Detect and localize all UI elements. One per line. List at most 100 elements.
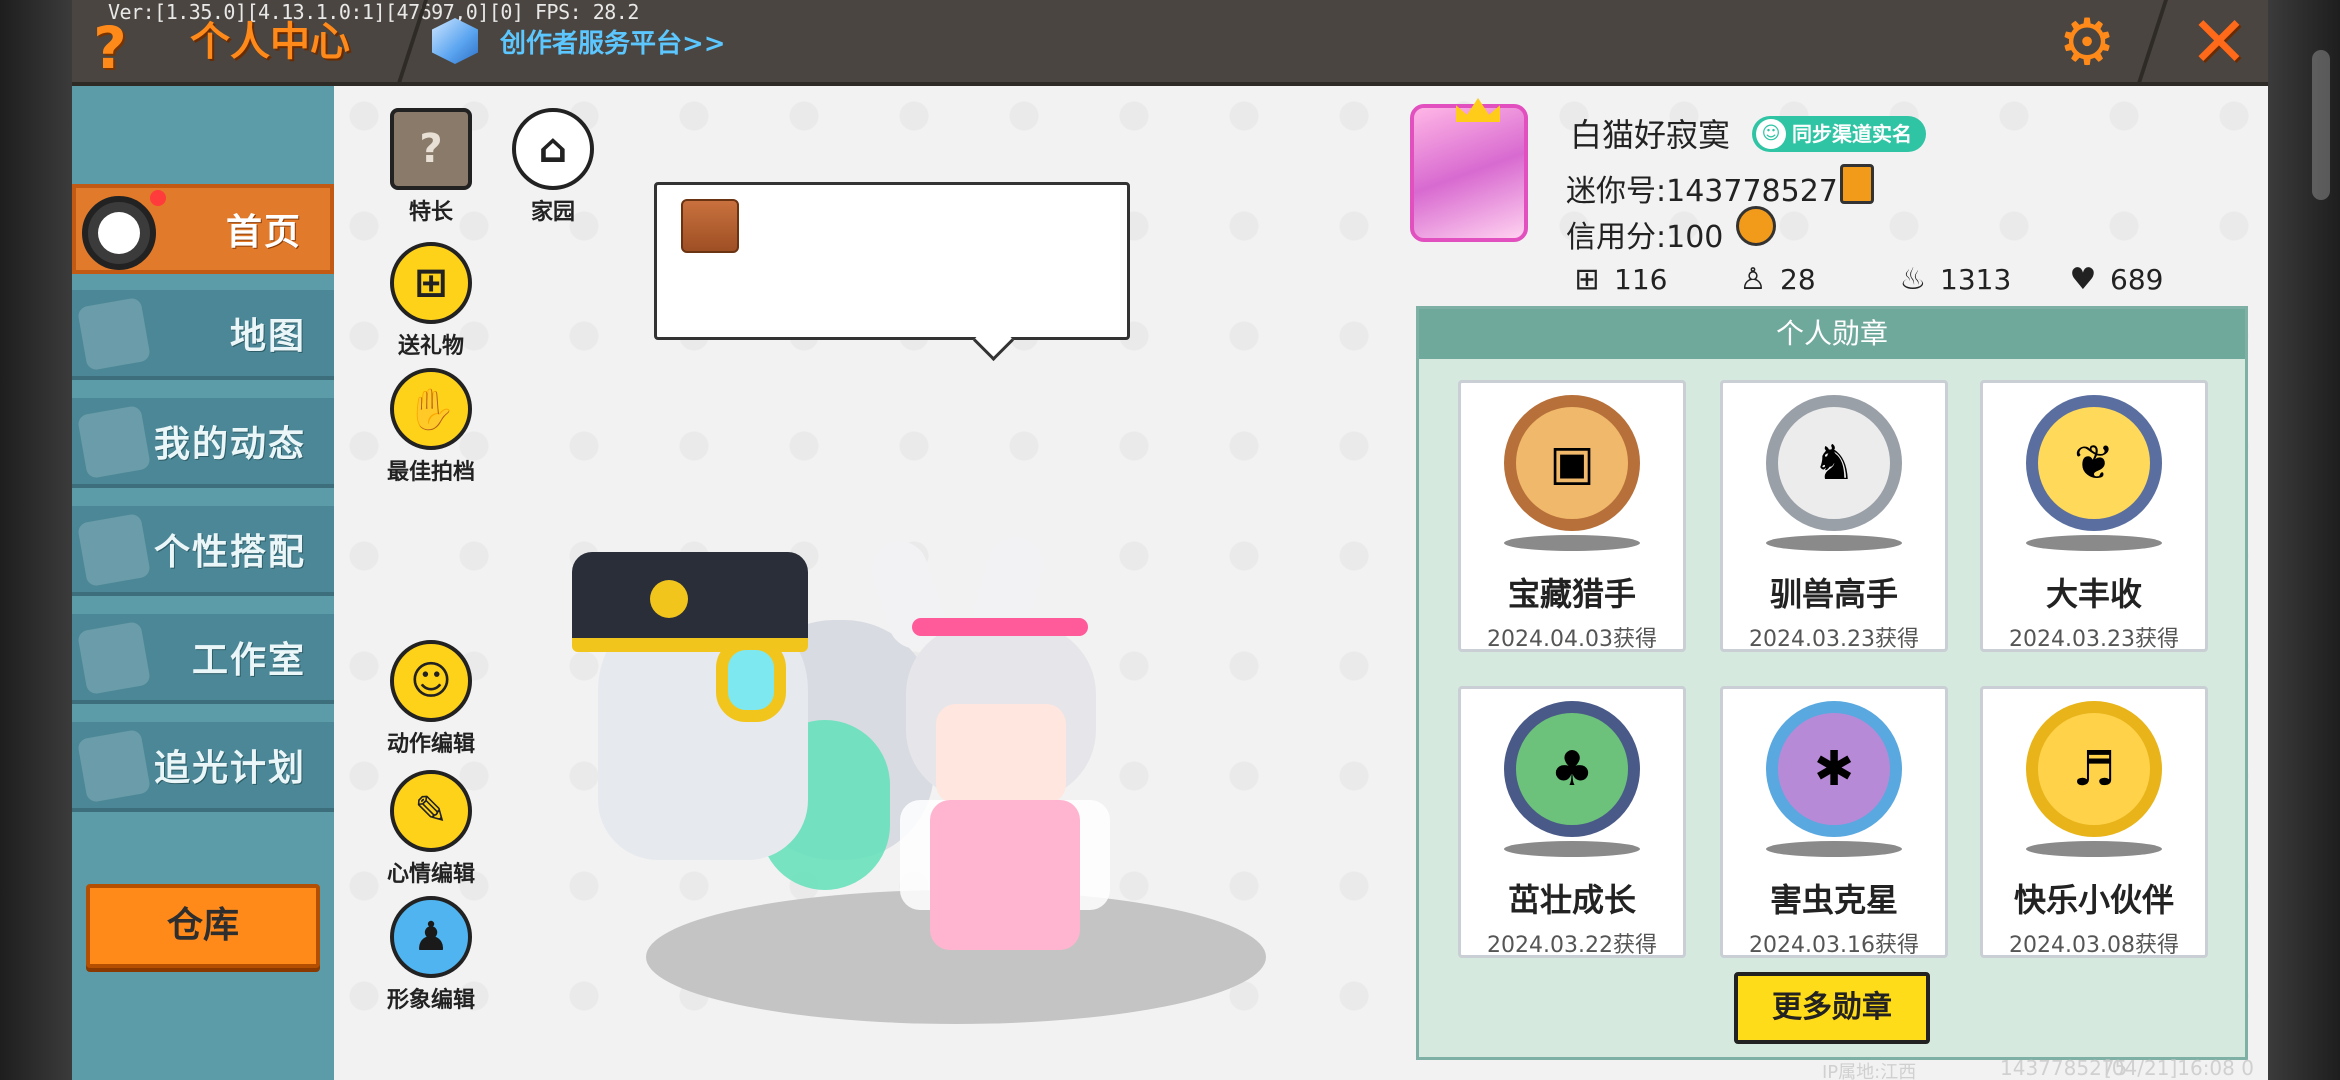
outfit-icon [76,512,152,588]
action-edit-button[interactable]: ☺ 动作编辑 [376,640,486,758]
character-headband [912,618,1088,636]
mini-id: 迷你号:1437785275 [1566,174,1857,209]
best-partner-label: 最佳拍档 [386,460,475,485]
animal-tamer-icon: ♞ [1766,395,1902,531]
medal-date: 2024.03.08获得 [2009,933,2179,958]
person-icon: ☺ [1756,119,1786,149]
medal-card[interactable]: ❦ 大丰收 2024.03.23获得 [1980,380,2208,652]
medal-card[interactable]: ♣ 茁壮成长 2024.03.22获得 [1458,686,1686,958]
medal-card[interactable]: ♞ 驯兽高手 2024.03.23获得 [1720,380,1948,652]
shirt-icon: ♟ [390,896,472,978]
medal-date: 2024.03.23获得 [2009,627,2179,652]
mood-speech-bubble[interactable] [654,182,1130,340]
sync-badge-label: 同步渠道实名 [1792,122,1912,146]
creator-platform-link[interactable]: 创作者服务平台>> [500,24,726,64]
pet-earmuff [716,638,786,722]
sync-realname-badge[interactable]: ☺ 同步渠道实名 [1752,116,1926,152]
home-button[interactable]: ⌂ 家园 [498,108,608,226]
warehouse-button[interactable]: 仓库 [86,884,320,968]
medal-date: 2024.03.23获得 [1749,627,1919,652]
studio-icon [76,620,152,696]
light-plan-icon [76,728,152,804]
close-icon[interactable]: ✕ [2186,6,2252,78]
medals-header: 个人勋章 [1419,309,2245,359]
send-gift-button[interactable]: ⊞ 送礼物 [376,242,486,360]
medal-stand [1766,841,1902,857]
anchor-icon [650,580,688,618]
medal-stand [1766,535,1902,551]
debug-info: Ver:[1.35.0][4.13.1.0:1][47697,0][0] FPS… [108,0,639,24]
stat-value: 116 [1614,263,1668,296]
notification-dot [150,190,166,206]
sidebar-item-map[interactable]: 地图 [72,290,334,380]
question-box-icon: ? [390,108,472,190]
home-label: 家园 [530,200,575,225]
page-title: 个人中心 [190,19,350,65]
hearts-icon: ♥ [2069,262,2097,297]
medal-name: 茁壮成长 [1507,881,1636,919]
medal-date: 2024.03.16获得 [1749,933,1919,958]
medal-stand [2026,841,2162,857]
left-backdrop [0,0,72,1080]
plus-icon: ⊞ [1574,262,1600,297]
medal-name: 大丰收 [2045,575,2142,613]
stat-value: 1313 [1940,263,2012,296]
action-icon: ☺ [390,640,472,722]
sidebar-item-label: 我的动态 [153,424,306,465]
character-dress [930,800,1080,950]
ip-location: IP属地:江西 [1822,1062,1917,1080]
fire-icon: ♨ [1899,262,1927,297]
more-medals-button[interactable]: 更多勋章 [1734,972,1930,1044]
sidebar-item-label: 工作室 [191,640,306,681]
medal-stand [1504,841,1640,857]
sidebar-item-light-plan[interactable]: 追光计划 [72,722,334,812]
medal-name: 害虫克星 [1769,881,1898,919]
stat-value: 689 [2110,263,2164,296]
mood-edit-label: 心情编辑 [386,862,475,887]
best-partner-button[interactable]: ✋ 最佳拍档 [376,368,486,486]
sidebar-item-studio[interactable]: 工作室 [72,614,334,704]
avatar [82,196,156,270]
medal-name: 驯兽高手 [1769,575,1898,613]
medal-name: 快乐小伙伴 [2013,881,2174,919]
sidebar-item-outfit[interactable]: 个性搭配 [72,506,334,596]
profile-avatar[interactable] [1410,104,1528,242]
bug-icon: ✱ [1766,701,1902,837]
character-face [936,704,1066,804]
action-edit-label: 动作编辑 [386,732,475,757]
pet-hat [572,552,808,652]
footer-time: [04/21]16:08 0 [2104,1056,2254,1080]
medal-date: 2024.03.22获得 [1487,933,1657,958]
credit-score: 信用分:100 [1566,220,1724,255]
help-button[interactable]: ? [80,10,140,82]
medal-card[interactable]: ♬ 快乐小伙伴 2024.03.08获得 [1980,686,2208,958]
medal-name: 宝藏猎手 [1507,575,1636,613]
talent-button[interactable]: ? 特长 [376,108,486,226]
medal-stand [2026,535,2162,551]
stat-fans[interactable]: ♙ 28 [1736,262,1816,297]
mood-face-icon [681,199,739,253]
stat-plus[interactable]: ⊞ 116 [1570,262,1667,297]
bell-icon [76,404,152,480]
look-edit-button[interactable]: ♟ 形象编辑 [376,896,486,1014]
stat-likes[interactable]: ♥ 689 [2066,262,2164,297]
sidebar-item-label: 追光计划 [153,748,306,789]
scroll-indicator[interactable] [2312,50,2330,200]
gear-icon[interactable]: ⚙ [2054,10,2120,76]
credit-user-icon[interactable] [1736,206,1776,246]
sidebar-item-home[interactable]: 首页 [72,184,334,274]
medal-card[interactable]: ▣ 宝藏猎手 2024.04.03获得 [1458,380,1686,652]
mood-edit-button[interactable]: ✎ 心情编辑 [376,770,486,888]
friends-icon: ♬ [2026,701,2162,837]
sprout-icon: ♣ [1504,701,1640,837]
medal-card[interactable]: ✱ 害虫克星 2024.03.16获得 [1720,686,1948,958]
sidebar-item-label: 地图 [229,316,306,357]
sidebar-item-my-feed[interactable]: 我的动态 [72,398,334,488]
send-gift-label: 送礼物 [397,334,464,359]
copy-icon[interactable] [1840,164,1874,204]
fans-icon: ♙ [1739,262,1767,297]
map-icon [76,296,152,372]
look-edit-label: 形象编辑 [386,988,475,1013]
stat-value: 28 [1780,263,1816,296]
stat-popularity[interactable]: ♨ 1313 [1896,262,2012,297]
